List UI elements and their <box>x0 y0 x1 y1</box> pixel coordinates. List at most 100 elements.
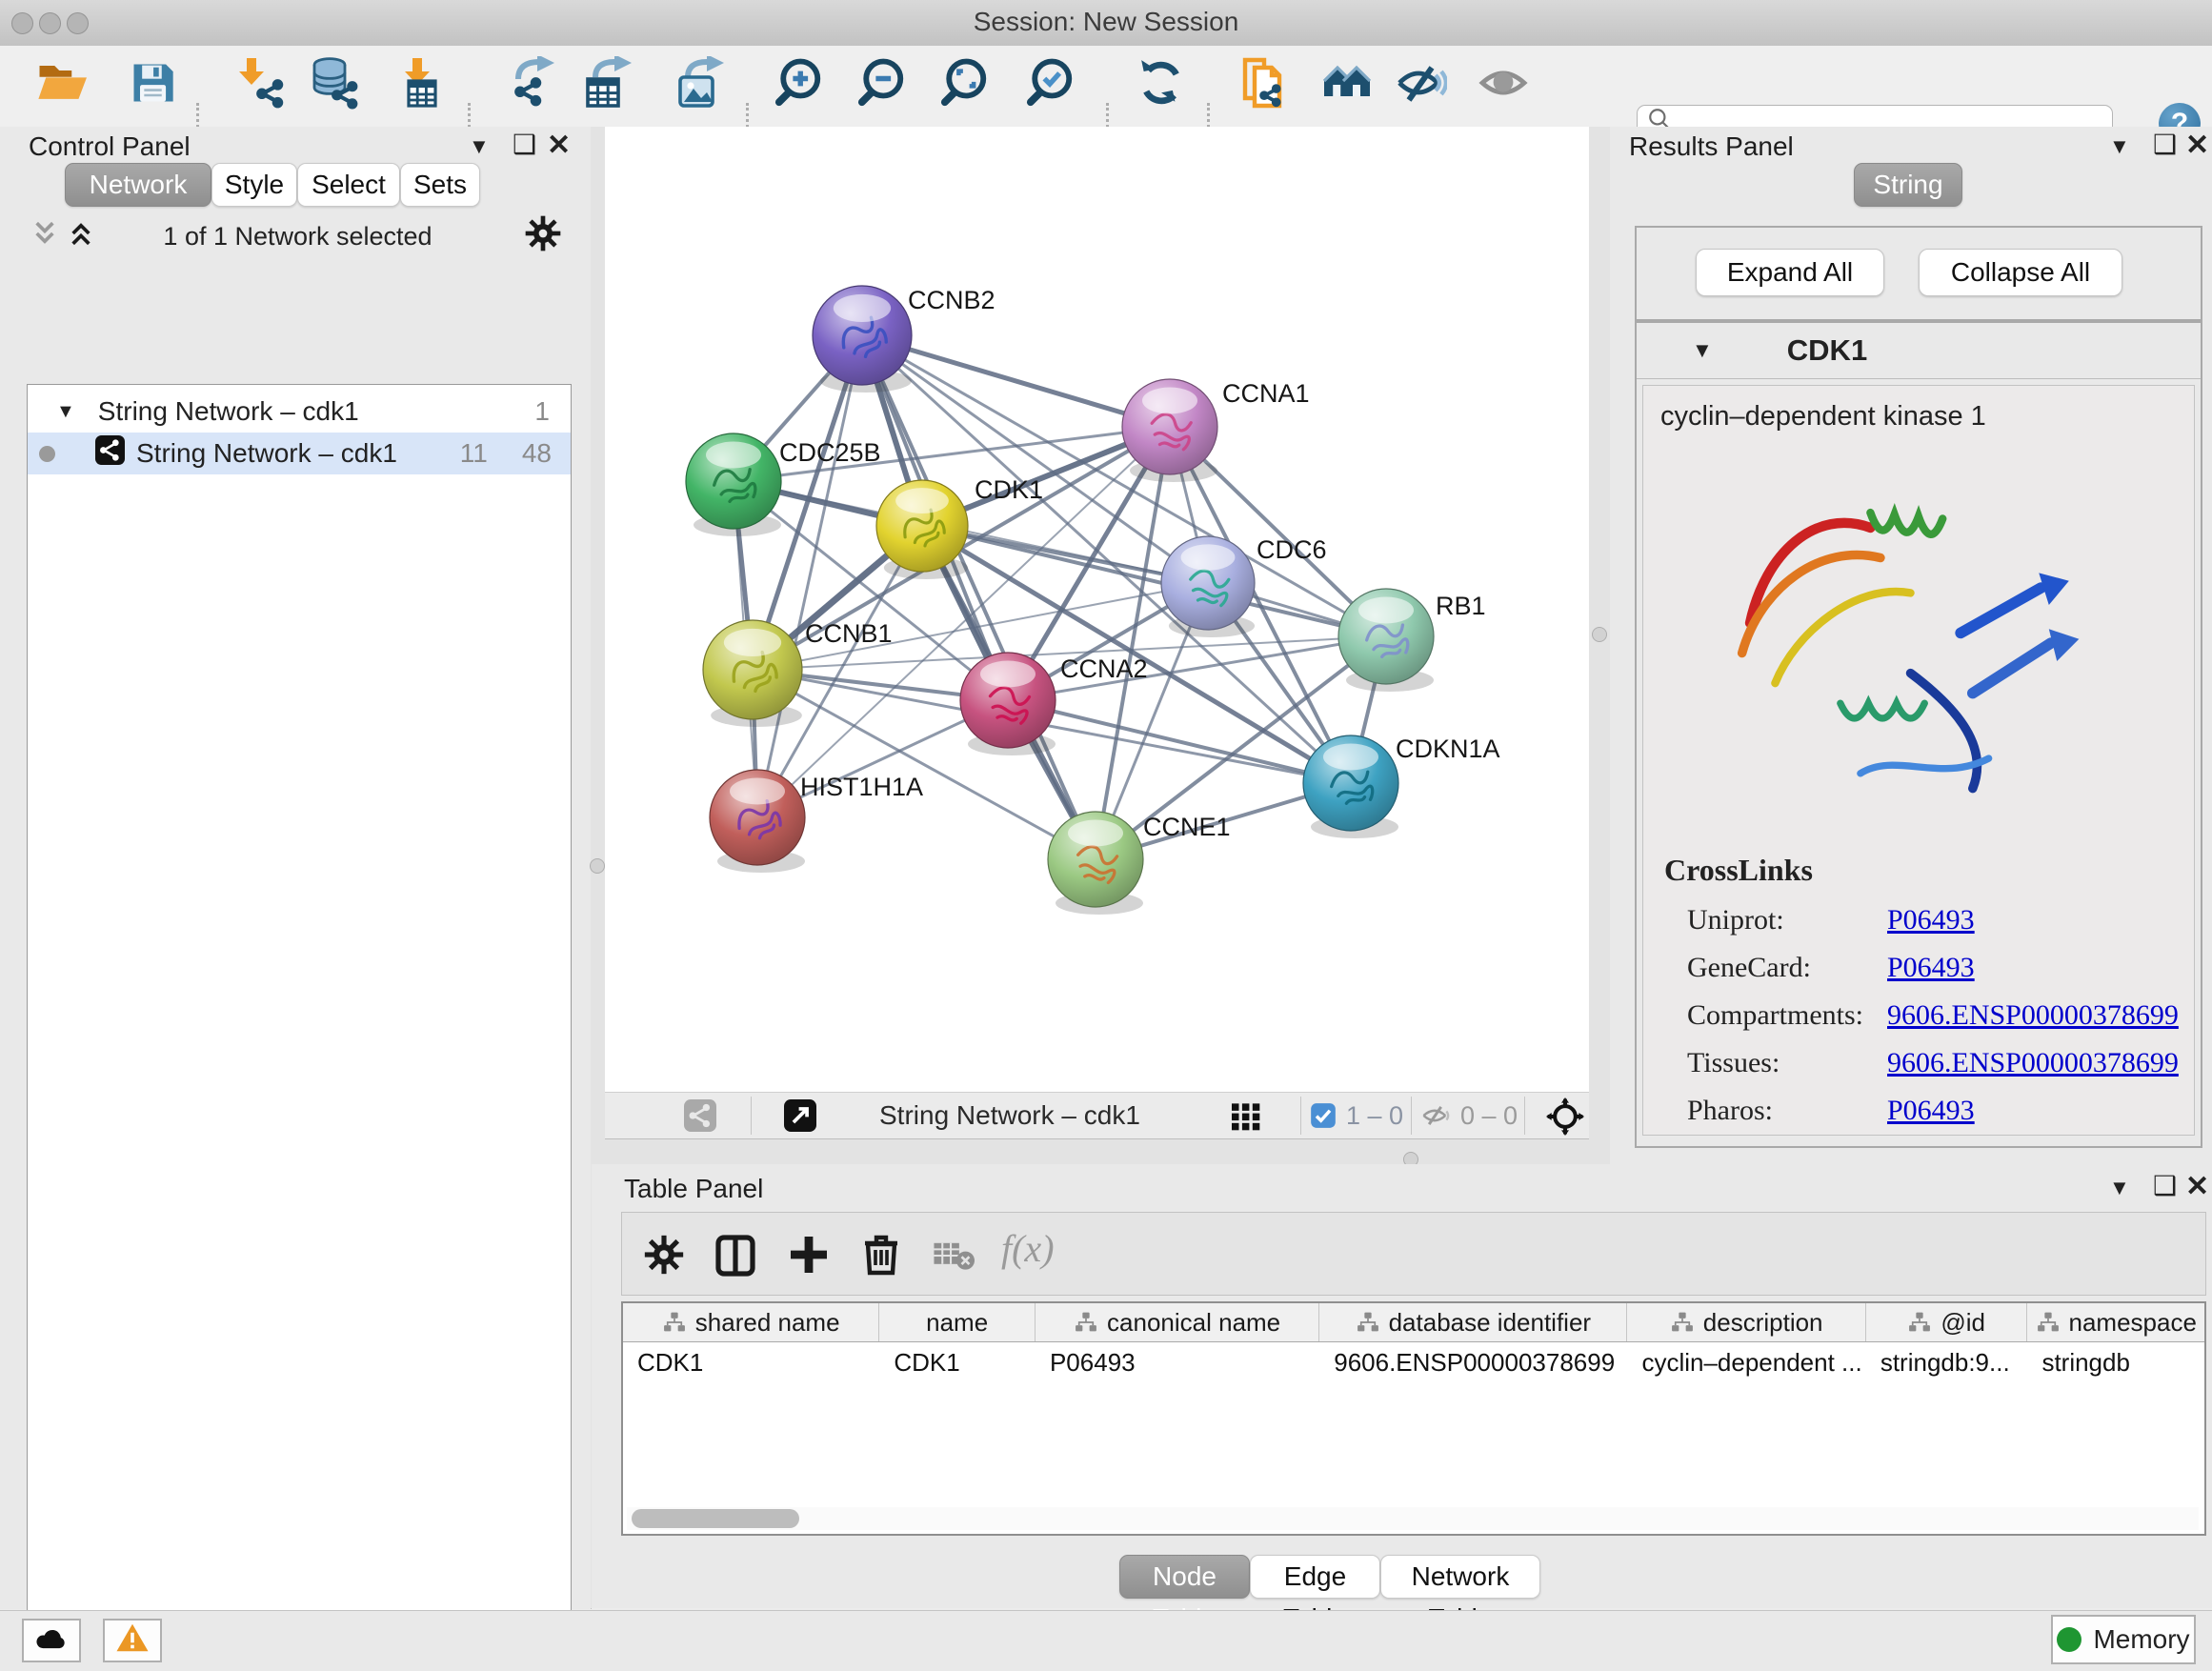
houses-icon <box>1320 56 1374 116</box>
panel-undock-icon[interactable]: ❑ <box>2153 1170 2177 1201</box>
collapse-all-button[interactable]: Collapse All <box>1919 249 2122 296</box>
panel-undock-icon[interactable]: ❑ <box>513 129 536 160</box>
gene-header-row[interactable]: ▼ CDK1 <box>1637 323 2201 379</box>
title-bar: Session: New Session <box>0 0 2212 47</box>
panel-float-icon[interactable]: ▼ <box>469 134 490 159</box>
zoom-out-button[interactable] <box>854 58 909 113</box>
node-table: shared name name canonical name database… <box>621 1301 2206 1536</box>
panel-undock-icon[interactable]: ❑ <box>2153 129 2177 160</box>
open-session-button[interactable] <box>33 58 89 113</box>
right-splitter[interactable] <box>1589 127 1610 1164</box>
collapse-triangle-icon[interactable]: ▼ <box>1692 338 1713 363</box>
zoom-in-button[interactable] <box>771 58 826 113</box>
save-session-button[interactable] <box>125 58 180 113</box>
node-gloss <box>1323 744 1378 771</box>
hide-eye-button[interactable] <box>1393 58 1448 113</box>
zoom-selected-button[interactable] <box>1022 58 1077 113</box>
column-header[interactable]: database identifier <box>1319 1303 1627 1341</box>
show-eye-button[interactable] <box>1476 58 1531 113</box>
network-row[interactable]: String Network – cdk1 11 48 <box>28 433 571 474</box>
tab-node-table[interactable]: Node Table <box>1119 1555 1250 1599</box>
network-list: ▼ String Network – cdk1 1 String Network… <box>27 384 572 1671</box>
fit-selected-crosshair-icon[interactable] <box>1546 1097 1584 1142</box>
right-splitter-handle[interactable] <box>1592 627 1607 642</box>
tab-sets[interactable]: Sets <box>400 163 480 207</box>
column-header[interactable]: name <box>879 1303 1036 1341</box>
selected-checkbox-icon[interactable] <box>1310 1102 1337 1136</box>
cell-database-identifier: 9606.ENSP00000378699 <box>1319 1348 1627 1378</box>
zoom-fit-button[interactable] <box>936 58 992 113</box>
network-overview-icon[interactable] <box>684 1099 716 1138</box>
minimize-window-button[interactable] <box>39 12 61 34</box>
warnings-button[interactable] <box>103 1619 162 1662</box>
node-gloss <box>1358 597 1414 624</box>
delete-table-icon[interactable] <box>933 1239 975 1278</box>
import-table-icon <box>392 56 445 116</box>
maximize-window-button[interactable] <box>67 12 89 34</box>
network-canvas[interactable]: CCNB2CCNA1CDC25BCDK1CDC6RB1CCNB1CCNA2CDK… <box>605 127 1589 1092</box>
crosslink-link[interactable]: P06493 <box>1887 1095 1975 1127</box>
apply-layout-button[interactable] <box>1134 58 1189 113</box>
import-network-button[interactable] <box>232 58 288 113</box>
results-panel-title: Results Panel <box>1629 131 1794 162</box>
memory-status-dot <box>2057 1627 2081 1652</box>
import-network-from-database-button[interactable] <box>306 58 361 113</box>
column-header[interactable]: canonical name <box>1036 1303 1319 1341</box>
table-mode-gear-icon[interactable] <box>643 1234 685 1282</box>
panel-float-icon[interactable]: ▼ <box>2109 1176 2130 1200</box>
column-header[interactable]: @id <box>1866 1303 2028 1341</box>
panel-close-icon[interactable]: ✕ <box>2185 129 2209 162</box>
export-image-button[interactable] <box>672 58 727 113</box>
tab-edge-table[interactable]: Edge Table <box>1250 1555 1380 1599</box>
cell-id: stringdb:9... <box>1866 1348 2028 1378</box>
crosslink-link[interactable]: 9606.ENSP00000378699 <box>1887 1047 2179 1079</box>
tab-style[interactable]: Style <box>211 163 297 207</box>
network-collection-row[interactable]: ▼ String Network – cdk1 1 <box>28 391 571 433</box>
export-table-button[interactable] <box>579 58 634 113</box>
column-header[interactable]: description <box>1627 1303 1865 1341</box>
network-edge[interactable] <box>757 335 862 817</box>
column-header[interactable]: shared name <box>623 1303 879 1341</box>
gear-icon[interactable] <box>524 214 562 259</box>
scrollbar-thumb[interactable] <box>632 1509 799 1528</box>
expand-all-button[interactable]: Expand All <box>1696 249 1884 296</box>
crosslink-link[interactable]: P06493 <box>1887 904 1975 936</box>
hidden-counts: 0 – 0 <box>1460 1101 1518 1131</box>
show-columns-icon[interactable] <box>713 1232 758 1284</box>
memory-label: Memory <box>2093 1624 2189 1655</box>
crosslink-link[interactable]: P06493 <box>1887 952 1975 984</box>
tab-string[interactable]: String <box>1854 163 1962 207</box>
column-header[interactable]: namespace <box>2027 1303 2204 1341</box>
tab-network[interactable]: Network <box>65 163 211 207</box>
panel-close-icon[interactable]: ✕ <box>2185 1170 2209 1203</box>
expand-all-networks-icon[interactable] <box>67 218 95 255</box>
panel-close-icon[interactable]: ✕ <box>547 129 571 162</box>
table-row[interactable]: CDK1 CDK1 P06493 9606.ENSP00000378699 cy… <box>623 1342 2204 1382</box>
delete-columns-trash-icon[interactable] <box>858 1231 904 1283</box>
function-builder-icon[interactable]: f(x) <box>1001 1226 1055 1271</box>
table-horizontal-scrollbar[interactable] <box>627 1507 2199 1530</box>
tab-network-table[interactable]: Network Table <box>1380 1555 1540 1599</box>
grid-view-icon[interactable] <box>1230 1102 1262 1137</box>
import-table-button[interactable] <box>391 58 446 113</box>
tab-select[interactable]: Select <box>297 163 400 207</box>
left-splitter-handle[interactable] <box>590 858 605 874</box>
zoom-fit-icon <box>938 57 990 115</box>
open-in-window-icon[interactable] <box>784 1099 816 1138</box>
panel-float-icon[interactable]: ▼ <box>2109 134 2130 159</box>
collapse-all-networks-icon[interactable] <box>30 218 59 255</box>
clone-network-button[interactable] <box>1237 58 1292 113</box>
results-entries-box: ▼ CDK1 cyclin–dependent kinase 1 <box>1635 321 2202 1148</box>
collapse-triangle-icon[interactable]: ▼ <box>56 401 75 423</box>
cell-canonical-name: P06493 <box>1036 1348 1319 1378</box>
refresh-arrows-icon <box>1136 57 1187 115</box>
hidden-eye-slash-icon[interactable] <box>1420 1101 1451 1137</box>
create-column-plus-icon[interactable] <box>786 1232 832 1284</box>
export-network-button[interactable] <box>506 58 561 113</box>
home-button[interactable] <box>1319 58 1375 113</box>
cloud-button[interactable] <box>22 1619 81 1662</box>
column-label: database identifier <box>1389 1308 1591 1338</box>
memory-button[interactable]: Memory <box>2051 1615 2196 1664</box>
close-window-button[interactable] <box>11 12 33 34</box>
crosslink-link[interactable]: 9606.ENSP00000378699 <box>1887 999 2179 1032</box>
